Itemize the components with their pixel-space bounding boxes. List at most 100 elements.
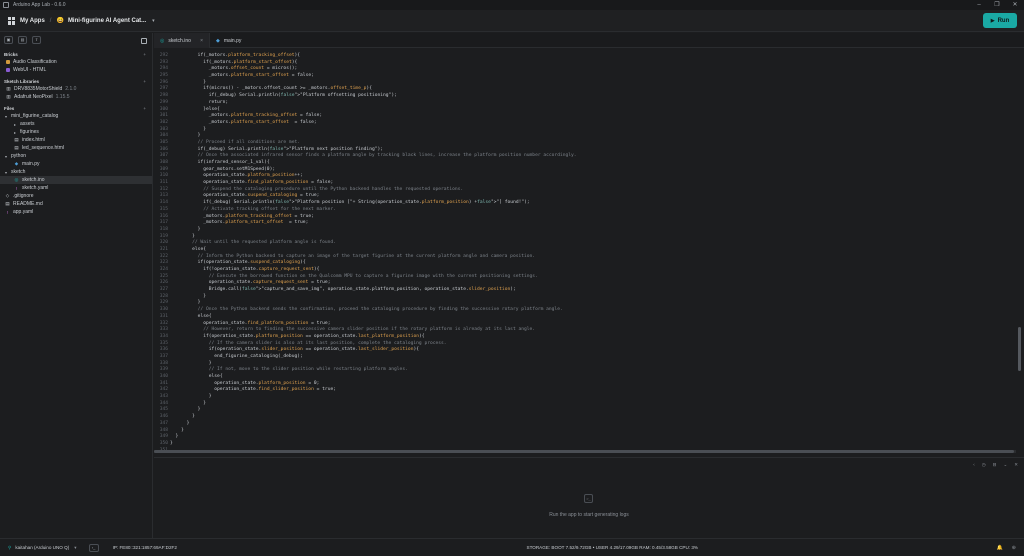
maximize-icon[interactable]: ❐ [988,0,1006,10]
clear-icon[interactable]: ⊟ [993,462,997,468]
line-number: 323 [159,260,168,266]
line-number: 320 [159,240,168,246]
code-line: 345 } [154,407,1016,414]
code-text: else{ [192,246,206,252]
terminal-button[interactable]: ›_ [88,543,99,552]
code-line: 333 // However, return to finding the su… [154,327,1016,334]
vertical-scrollbar[interactable] [1018,327,1021,371]
libraries-list: ▥ DRV8835MotorShield 2.1.0 ▥ Adafruit NeoPix… [0,85,152,101]
keyword: true [316,280,328,286]
member: platform_start_offset [230,119,289,125]
file-icon: ! [6,209,9,215]
member: find_slider_position [258,387,314,393]
line-number: 327 [159,287,168,293]
code-text: if(operation_state.suspend_cataloging){ [197,260,306,266]
add-file-icon[interactable]: + [143,106,146,111]
file-icon: ◎ [14,177,19,182]
new-folder-icon[interactable]: ▤ [18,36,27,44]
code-line: 347 } [154,421,1016,428]
my-apps-link[interactable]: My Apps [20,18,45,24]
brick-item[interactable]: Audio Classification [0,58,152,66]
code-line: 348 } [154,428,1016,435]
horizontal-scrollbar[interactable] [154,450,1016,453]
tab-sketch-ino[interactable]: ◎ sketch.ino × [154,33,210,48]
code-line: 330 // Once the Python backend sends the… [154,307,1016,314]
file-tree-item[interactable]: ▤ index.html [0,136,152,144]
code-text: else{ [208,374,223,379]
add-brick-icon[interactable]: + [143,52,146,57]
code-text: } [170,394,212,400]
code-text: // Once the Python backend sends the con… [170,307,563,313]
brick-item[interactable]: WebUI - HTML [0,66,152,74]
close-icon[interactable]: ✕ [1014,462,1018,468]
member: find_platform_position [247,180,309,186]
code-text: if(_debug) Serial.println(false">"Platfo… [203,200,530,206]
line-number: 343 [159,394,168,400]
file-tree-item[interactable]: ! sketch.yaml [0,184,152,192]
tab-main-py[interactable]: ◆ main.py [210,33,247,48]
string-literal: false [269,146,284,152]
line-number: 301 [159,113,168,119]
keyword: if [203,267,209,272]
code-text: return; [208,99,229,105]
file-tree-item[interactable]: ◆ main.py [0,160,152,168]
new-file-icon[interactable]: ▣ [4,36,13,44]
code-text: // Proceed if all conditions are met. [170,139,300,145]
top-bar: My Apps / 😀 Mini-figurine AI Agent Cat..… [0,10,1024,32]
code-text: else{ [197,313,212,319]
clock-icon[interactable]: ◷ [982,462,986,468]
notification-bell-icon[interactable]: 🔔 [997,545,1003,551]
keyword: return [208,99,226,105]
file-tree-item[interactable]: ▾ sketch [0,168,152,176]
chevron-down-icon[interactable]: ▾ [152,18,155,24]
close-tab-icon[interactable]: × [200,38,203,44]
brick-icon [6,60,10,64]
library-label: DRV8835MotorShield [14,86,63,92]
member: slider_position [261,347,303,353]
file-tree-item[interactable]: ! app.yaml [0,208,152,216]
library-item[interactable]: ▥ Adafruit NeoPixel 1.15.5 [0,93,152,101]
file-tree-item[interactable]: ▾ python [0,152,152,160]
code-line: 303 } [154,127,1016,134]
member: platform_tracking_offset [228,53,295,58]
library-item[interactable]: ▥ DRV8835MotorShield 2.1.0 [0,85,152,93]
code-text: // Once the associated infrared sensor f… [170,153,577,159]
brick-label: WebUI - HTML [13,67,47,73]
code-area[interactable]: 292 if(_motors.platform_tracking_offset)… [154,53,1016,453]
code-text: if(operation_state.slider_position == op… [208,347,420,353]
file-tree-item[interactable]: ◇ .gitignore [0,192,152,200]
upload-icon[interactable]: ⇪ [32,36,41,44]
keyword: if [197,260,204,266]
chevron-down-icon[interactable]: ⌄ [1003,462,1007,468]
file-tree-item[interactable]: ▤ README.md [0,200,152,208]
code-text: } [170,133,201,139]
collapse-icon[interactable]: ‹ [973,462,975,468]
code-line: 318 } [154,227,1016,234]
library-version: 2.1.0 [65,86,77,92]
code-line: 308 if(infrared_sensor_1_val){ [154,160,1016,167]
keyword: false [305,113,320,119]
apps-grid-icon[interactable] [8,16,16,25]
code-line: 324 if(!operation_state.capture_request_… [154,267,1016,274]
settings-icon[interactable]: ⊕ [1012,545,1016,551]
close-window-icon[interactable]: ✕ [1006,0,1024,10]
run-button[interactable]: ▶ Run [983,13,1017,28]
add-library-icon[interactable]: + [143,79,146,84]
code-line: 331 else{ [154,314,1016,321]
keyword: true [322,387,334,393]
app-name[interactable]: Mini-figurine AI Agent Cat... [68,18,146,24]
file-tree-item[interactable]: ▸ assets [0,120,152,128]
minimize-icon[interactable]: – [970,0,988,10]
file-label: led_sequence.html [22,145,64,151]
file-tree-item[interactable]: ▾ mini_figurine_catalog [0,112,152,120]
code-text: _motors.platform_start_offset = false; [170,73,314,79]
sidebar-collapse-icon[interactable] [141,38,147,44]
bricks-title: Bricks [4,52,18,57]
file-tree-item[interactable]: ▤ led_sequence.html [0,144,152,152]
file-tree-item[interactable]: ◎ sketch.ino [0,176,152,184]
status-bar: ⚲ kaitahan (Arduino UNO Q) ▾ ›_ IP: FE80… [0,538,1024,556]
file-tree-item[interactable]: ▸ figurines [0,128,152,136]
string-literal: false [477,200,491,206]
board-selector[interactable]: ⚲ kaitahan (Arduino UNO Q) ▾ [8,545,77,551]
line-number: 337 [159,353,168,359]
